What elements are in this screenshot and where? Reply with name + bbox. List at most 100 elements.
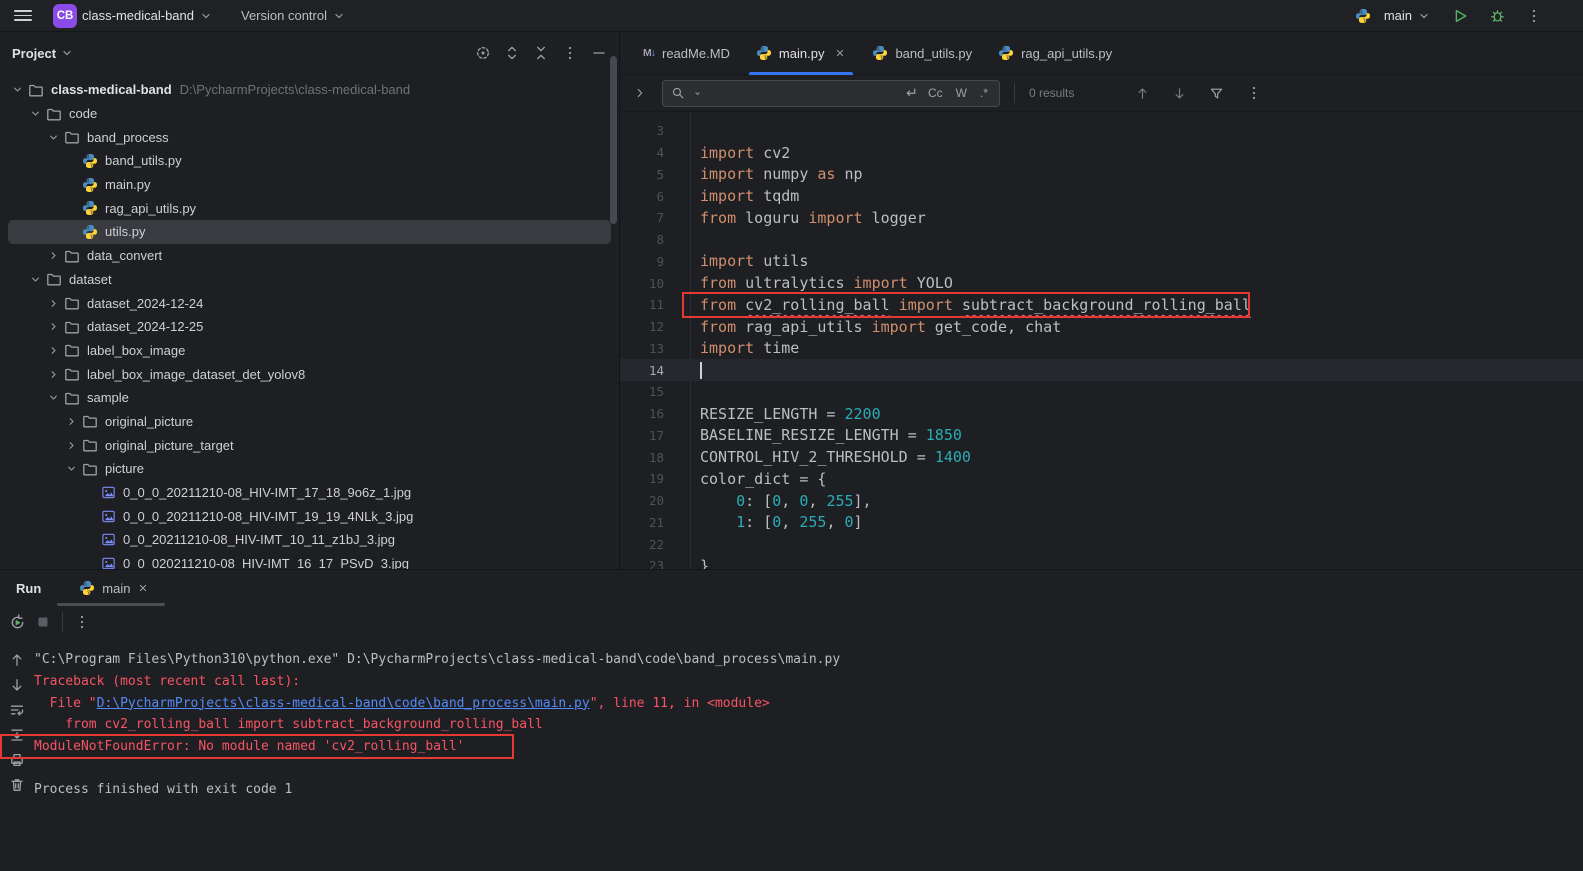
tab-main.py[interactable]: main.py	[743, 32, 860, 74]
vcs-widget[interactable]: Version control	[234, 4, 353, 27]
line-number: 20	[620, 493, 690, 508]
chevron-down-icon[interactable]	[44, 391, 62, 404]
python-icon	[80, 224, 100, 240]
line-number: 21	[620, 515, 690, 530]
python-logo-icon	[1355, 8, 1371, 24]
editor-content[interactable]: 34import cv25import numpy as np6import t…	[620, 112, 1583, 569]
tree-item[interactable]: label_box_image	[0, 339, 619, 363]
markdown-icon: M↓	[643, 47, 655, 59]
chevron-right-icon[interactable]	[44, 297, 62, 310]
run-button[interactable]	[1444, 7, 1476, 25]
chevron-down-icon[interactable]	[60, 46, 74, 60]
chevron-right-icon[interactable]	[62, 415, 80, 428]
expand-all-icon[interactable]	[504, 45, 520, 61]
previous-occurrence-icon[interactable]	[1128, 86, 1157, 101]
run-configuration-selector[interactable]: main	[1377, 4, 1438, 27]
folder-icon	[62, 390, 82, 406]
tab-readMe.MD[interactable]: M↓readMe.MD	[630, 32, 743, 74]
rerun-button[interactable]	[9, 614, 26, 631]
chevron-down-icon[interactable]	[44, 131, 62, 144]
project-panel-title: Project	[12, 46, 56, 61]
tree-item[interactable]: original_picture	[0, 410, 619, 434]
chevron-down-icon	[199, 9, 213, 23]
line-number: 19	[620, 471, 690, 486]
locate-file-icon[interactable]	[475, 45, 491, 61]
up-stacktrace-icon[interactable]	[9, 652, 25, 668]
close-icon[interactable]	[834, 47, 846, 59]
tree-item-label: 0_0_020211210-08_HIV-IMT_16_17_PSvD_3.jp…	[123, 556, 409, 569]
tree-item-label: dataset_2024-12-24	[87, 296, 203, 311]
chevron-down-icon[interactable]	[26, 107, 44, 120]
main-menu-icon[interactable]	[10, 5, 36, 27]
tree-item[interactable]: main.py	[0, 173, 619, 197]
code-line: 14	[620, 359, 1583, 381]
tree-item[interactable]: original_picture_target	[0, 433, 619, 457]
chevron-down-icon[interactable]	[8, 83, 26, 96]
print-icon[interactable]	[9, 752, 25, 768]
tree-item[interactable]: class-medical-bandD:\PycharmProjects\cla…	[0, 78, 619, 102]
search-history-chevron-icon[interactable]	[692, 88, 703, 99]
code-line: 15	[620, 381, 1583, 403]
tree-item[interactable]: band_utils.py	[0, 149, 619, 173]
clear-console-icon[interactable]	[9, 777, 25, 793]
tree-item[interactable]: dataset	[0, 268, 619, 292]
tree-item[interactable]: band_process	[0, 125, 619, 149]
regex-toggle[interactable]: .*	[977, 86, 991, 100]
tree-item[interactable]: data_convert	[0, 244, 619, 268]
hide-panel-icon[interactable]	[591, 45, 607, 61]
filter-icon[interactable]	[1202, 86, 1231, 101]
more-options-icon[interactable]	[74, 614, 90, 630]
newline-icon[interactable]	[903, 86, 918, 101]
run-config-name: main	[1384, 8, 1412, 23]
search-input[interactable]: Cc W .*	[662, 80, 1000, 107]
chevron-right-icon[interactable]	[44, 320, 62, 333]
tree-item[interactable]: code	[0, 102, 619, 126]
down-stacktrace-icon[interactable]	[9, 677, 25, 693]
run-tab-main[interactable]: main	[71, 570, 157, 606]
more-options-icon[interactable]	[1519, 8, 1549, 24]
folder-icon	[44, 271, 64, 287]
stop-button[interactable]	[35, 614, 51, 630]
image-icon	[98, 509, 118, 524]
chevron-right-icon[interactable]	[44, 368, 62, 381]
search-icon	[671, 86, 685, 100]
soft-wrap-icon[interactable]	[9, 702, 25, 718]
tree-item[interactable]: picture	[0, 457, 619, 481]
tab-rag_api_utils.py[interactable]: rag_api_utils.py	[985, 32, 1125, 74]
code-text: import utils	[690, 252, 808, 270]
words-toggle[interactable]: W	[953, 86, 970, 100]
tree-item[interactable]: 0_0_0_20211210-08_HIV-IMT_19_19_4NLk_3.j…	[0, 504, 619, 528]
folder-icon	[62, 295, 82, 311]
next-occurrence-icon[interactable]	[1165, 86, 1194, 101]
folder-icon	[62, 366, 82, 382]
tree-item[interactable]: utils.py	[8, 220, 611, 244]
tree-item[interactable]: label_box_image_dataset_det_yolov8	[0, 362, 619, 386]
tree-item[interactable]: dataset_2024-12-24	[0, 291, 619, 315]
scroll-to-end-icon[interactable]	[9, 727, 25, 743]
tree-item[interactable]: rag_api_utils.py	[0, 196, 619, 220]
chevron-right-icon[interactable]	[44, 249, 62, 262]
chevron-right-icon[interactable]	[62, 439, 80, 452]
python-logo-icon	[79, 580, 95, 596]
chevron-down-icon[interactable]	[62, 462, 80, 475]
tree-item[interactable]: sample	[0, 386, 619, 410]
more-options-icon[interactable]	[1239, 85, 1269, 101]
expand-search-icon[interactable]	[626, 86, 654, 100]
more-options-icon[interactable]	[562, 45, 578, 61]
tree-scrollbar[interactable]	[610, 56, 617, 224]
chevron-down-icon[interactable]	[26, 273, 44, 286]
collapse-all-icon[interactable]	[533, 45, 549, 61]
console-error-line: File "D:\PycharmProjects\class-medical-b…	[34, 692, 1583, 714]
line-number: 8	[620, 232, 690, 247]
stacktrace-file-link[interactable]: D:\PycharmProjects\class-medical-band\co…	[97, 696, 590, 711]
match-case-toggle[interactable]: Cc	[925, 86, 946, 100]
tab-band_utils.py[interactable]: band_utils.py	[859, 32, 985, 74]
tree-item[interactable]: 0_0_020211210-08_HIV-IMT_16_17_PSvD_3.jp…	[0, 552, 619, 569]
chevron-right-icon[interactable]	[44, 344, 62, 357]
tree-item[interactable]: 0_0_20211210-08_HIV-IMT_10_11_z1bJ_3.jpg	[0, 528, 619, 552]
close-icon[interactable]	[137, 582, 149, 594]
tree-item[interactable]: 0_0_0_20211210-08_HIV-IMT_17_18_9o6z_1.j…	[0, 481, 619, 505]
project-switcher[interactable]: CB class-medical-band	[46, 0, 220, 32]
debug-button[interactable]	[1482, 7, 1513, 24]
tree-item[interactable]: dataset_2024-12-25	[0, 315, 619, 339]
